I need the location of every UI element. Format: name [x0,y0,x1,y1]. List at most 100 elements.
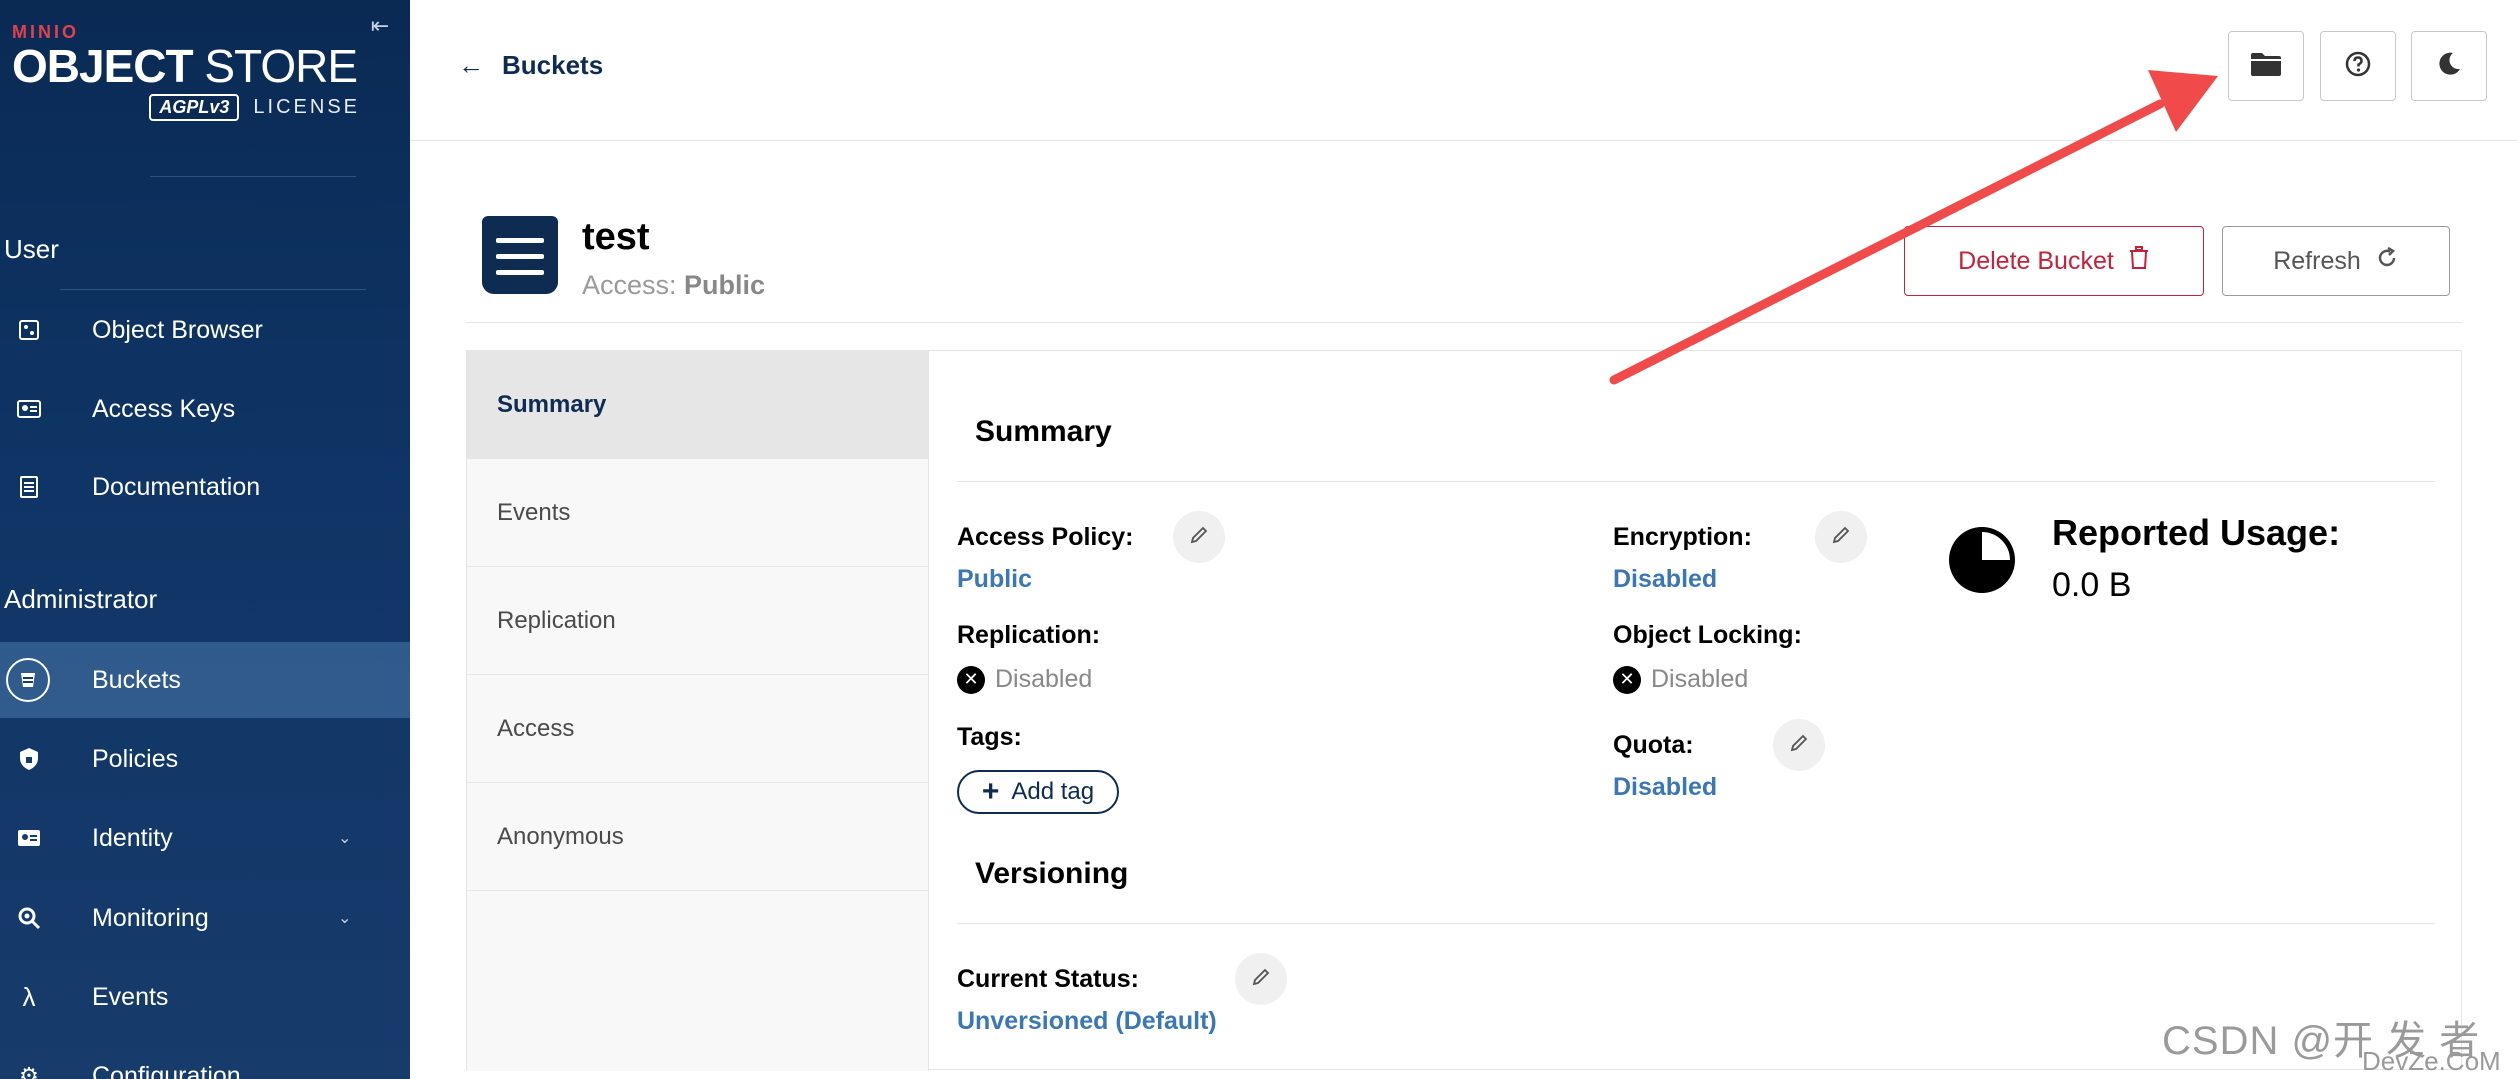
reported-usage-label: Reported Usage: [2052,512,2341,553]
refresh-icon [2375,246,2399,277]
sidebar-item-access-keys[interactable]: Access Keys [0,371,410,447]
sidebar-divider [150,176,356,177]
help-icon [2344,50,2372,83]
bucket-icon [6,658,50,702]
documentation-icon [12,470,46,504]
sidebar-item-monitoring[interactable]: Monitoring ⌄ [0,880,410,956]
edit-encryption-button[interactable] [1815,511,1867,563]
versioning-title: Versioning [975,857,1129,890]
encryption-value[interactable]: Disabled [1613,565,1717,594]
tab-summary[interactable]: Summary [467,351,928,459]
quota-value[interactable]: Disabled [1613,773,1717,802]
edit-versioning-button[interactable] [1235,953,1287,1005]
pencil-icon [1788,732,1810,759]
summary-title: Summary [975,415,1112,448]
id-card-icon [12,392,46,426]
current-status-value[interactable]: Unversioned (Default) [957,1007,1217,1036]
disabled-x-icon: ✕ [1613,665,1641,694]
logo-product: OBJECT STORE [12,42,372,90]
shield-icon [12,742,46,776]
bucket-header-divider [466,322,2462,323]
edit-access-policy-button[interactable] [1173,511,1225,563]
sidebar-item-object-browser[interactable]: Object Browser [0,292,410,368]
add-tag-button[interactable]: + Add tag [957,770,1119,814]
pencil-icon [1830,524,1852,551]
sidebar-item-events[interactable]: λ Events [0,959,410,1035]
bucket-access-prefix: Access: [582,270,677,300]
plus-icon: + [981,775,1000,808]
logo-brand: MINIO [12,22,79,42]
folder-icon [2249,50,2283,83]
summary-content: Summary Access Policy: Public Replicatio… [929,351,2461,1071]
watermark-subtext: DevZe.CoM [2362,1046,2501,1076]
sidebar-item-policies[interactable]: Policies [0,721,410,797]
tab-events[interactable]: Events [467,459,928,567]
sidebar-item-buckets[interactable]: Buckets [0,642,410,718]
object-locking-value: Disabled [1651,665,1749,693]
chevron-down-icon[interactable]: ⌄ [338,908,351,928]
section-divider [60,289,366,290]
bucket-access: Access: Public [582,270,765,301]
refresh-button[interactable]: Refresh [2222,226,2450,296]
pencil-icon [1250,966,1272,993]
bucket-access-value: Public [684,270,766,300]
bucket-name: test [582,216,650,258]
current-status-label: Current Status: [957,965,1139,993]
object-locking-label: Object Locking: [1613,621,1802,649]
tab-replication[interactable]: Replication [467,567,928,675]
replication-status: ✕ Disabled [957,665,1092,694]
identity-card-icon [12,821,46,855]
object-browser-button[interactable] [2228,31,2304,101]
delete-bucket-button[interactable]: Delete Bucket [1904,226,2204,296]
tab-anonymous[interactable]: Anonymous [467,783,928,891]
sidebar-item-label: Monitoring [92,903,209,932]
access-policy-label: Access Policy: [957,523,1134,551]
tags-label: Tags: [957,723,1022,751]
sidebar: ⇤ MINIO OBJECT STORE AGPLv3 LICENSE User… [0,0,410,1079]
help-button[interactable] [2320,31,2396,101]
sidebar-item-label: Object Browser [92,315,263,344]
logo-product-thin: STORE [204,40,358,92]
trash-icon [2128,245,2150,277]
sidebar-item-label: Events [92,982,169,1011]
sidebar-item-documentation[interactable]: Documentation [0,449,410,525]
agpl-badge: AGPLv3 [149,94,240,121]
chevron-down-icon[interactable]: ⌄ [338,828,351,848]
tab-access[interactable]: Access [467,675,928,783]
monitoring-icon [12,901,46,935]
sidebar-item-label: Buckets [92,665,181,694]
sidebar-item-label: Access Keys [92,394,236,423]
replication-value: Disabled [995,665,1093,693]
access-policy-value[interactable]: Public [957,565,1032,594]
sidebar-item-label: Documentation [92,472,261,501]
sidebar-item-label: Identity [92,823,173,852]
arrow-left-icon: ← [458,50,484,80]
replication-label: Replication: [957,621,1101,649]
object-locking-status: ✕ Disabled [1613,665,1748,694]
delete-bucket-label: Delete Bucket [1958,246,2114,275]
bucket-tabs: Summary Events Replication Access Anonym… [467,351,929,1071]
summary-divider [957,481,2435,482]
bucket-details-panel: Summary Events Replication Access Anonym… [466,350,2462,1071]
sidebar-item-identity[interactable]: Identity ⌄ [0,800,410,876]
sidebar-item-label: Configuration [92,1061,241,1079]
bucket-large-icon [482,216,558,294]
moon-icon [2435,50,2463,83]
quota-label: Quota: [1613,731,1694,759]
lambda-icon: λ [22,981,36,1012]
add-tag-label: Add tag [1011,778,1095,805]
logo-license: LICENSE [253,96,360,118]
gear-icon: ⚙ [19,1063,39,1079]
encryption-label: Encryption: [1613,523,1752,551]
logo: MINIO OBJECT STORE AGPLv3 LICENSE [12,22,372,121]
edit-quota-button[interactable] [1773,719,1825,771]
logo-product-bold: OBJECT [12,40,194,92]
dark-mode-toggle[interactable] [2411,31,2487,101]
section-title-user: User [4,234,59,264]
disabled-x-icon: ✕ [957,665,985,694]
back-label: Buckets [502,50,604,80]
usage-pie-icon [1948,526,2016,599]
sidebar-item-label: Policies [92,744,179,773]
sidebar-item-configuration[interactable]: ⚙ Configuration [0,1038,410,1079]
back-to-buckets-link[interactable]: ← Buckets [458,50,603,81]
